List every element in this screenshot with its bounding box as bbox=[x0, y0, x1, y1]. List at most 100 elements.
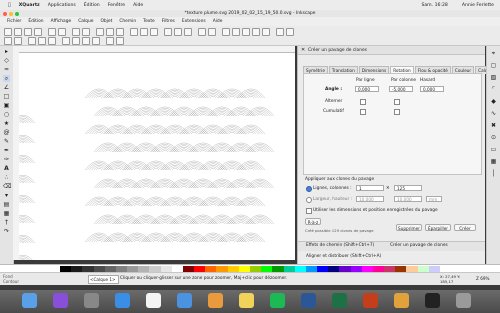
zoom-fit-page-icon[interactable] bbox=[82, 37, 90, 45]
group-icon[interactable] bbox=[198, 28, 206, 36]
height-input[interactable]: 10,000 bbox=[394, 196, 422, 202]
pencil-tool-icon[interactable]: ✎ bbox=[3, 138, 10, 145]
launchpad-icon[interactable] bbox=[84, 293, 99, 308]
snap-grid-icon[interactable]: ▦ bbox=[490, 158, 497, 165]
document-properties-icon[interactable] bbox=[286, 28, 294, 36]
align-icon[interactable] bbox=[262, 28, 270, 36]
layer-select[interactable]: <Calque 1> bbox=[88, 275, 119, 284]
disperse-button[interactable]: Éparpiller bbox=[425, 224, 451, 231]
word-icon[interactable] bbox=[301, 293, 316, 308]
selector-tool-icon[interactable]: ▸ bbox=[3, 48, 10, 55]
alternate-column-checkbox[interactable] bbox=[394, 99, 400, 105]
rows-input[interactable]: 1 bbox=[356, 185, 384, 191]
zoom-value[interactable]: Z 69% bbox=[476, 276, 490, 281]
align-distribute-tab[interactable]: Aligner et distribuer (Shift+Ctrl+A) bbox=[306, 254, 381, 259]
safari-icon[interactable] bbox=[115, 293, 130, 308]
rows-columns-radio[interactable] bbox=[306, 186, 312, 192]
eraser-tool-icon[interactable]: ⌫ bbox=[3, 183, 11, 190]
zoom-tool-icon[interactable]: ⌕ bbox=[3, 75, 10, 82]
terminal-icon[interactable] bbox=[425, 293, 440, 308]
menu-file[interactable]: Fichier bbox=[7, 19, 21, 24]
zoom-1to2-icon[interactable] bbox=[38, 37, 46, 45]
export-icon[interactable] bbox=[58, 28, 66, 36]
reset-button[interactable]: R-à-z bbox=[305, 218, 321, 225]
menu-help[interactable]: Aide bbox=[213, 19, 223, 24]
menu-edit[interactable]: Édition bbox=[28, 19, 43, 24]
open-icon[interactable] bbox=[14, 28, 22, 36]
mac-menu-edit[interactable]: Édition bbox=[84, 3, 100, 8]
text-tool-icon[interactable]: A bbox=[3, 165, 10, 172]
gradient-tool-icon[interactable]: ▤ bbox=[3, 201, 10, 208]
measure-tool-icon[interactable]: ∠ bbox=[3, 84, 10, 91]
columns-input[interactable]: 125 bbox=[394, 185, 422, 191]
snap-center-icon[interactable]: ⊙ bbox=[490, 134, 497, 141]
apple-icon[interactable]:  bbox=[8, 3, 11, 8]
spray-tool-icon[interactable]: ∴ bbox=[3, 174, 10, 181]
zoom-drawing-icon[interactable] bbox=[140, 28, 148, 36]
menu-filters[interactable]: Filtres bbox=[162, 19, 175, 24]
horizontal-ruler[interactable] bbox=[13, 46, 295, 53]
snap-intersections-icon[interactable]: ✖ bbox=[490, 122, 497, 129]
excel-icon[interactable] bbox=[332, 293, 347, 308]
mac-menu-help[interactable]: Aide bbox=[133, 3, 143, 8]
calendar-icon[interactable] bbox=[146, 293, 161, 308]
node-tool-icon[interactable]: ◇ bbox=[3, 57, 10, 64]
zoom-next-icon[interactable] bbox=[116, 37, 124, 45]
star-tool-icon[interactable]: ★ bbox=[3, 120, 10, 127]
redo-icon[interactable] bbox=[82, 28, 90, 36]
path-effects-tab[interactable]: Effets de chemin (Shift+Ctrl+7) bbox=[306, 243, 374, 248]
notes-icon[interactable] bbox=[239, 293, 254, 308]
duplicate-icon[interactable] bbox=[164, 28, 172, 36]
alternate-row-checkbox[interactable] bbox=[360, 99, 366, 105]
zoom-fit-width-icon[interactable] bbox=[92, 37, 100, 45]
mac-menu-app[interactable]: XQuartz bbox=[19, 3, 40, 8]
delete-button[interactable]: Supprimer bbox=[396, 224, 422, 231]
zoom-selection-icon[interactable] bbox=[130, 28, 138, 36]
width-height-radio[interactable] bbox=[306, 197, 312, 203]
box3d-tool-icon[interactable]: ▣ bbox=[3, 102, 10, 109]
zoom-previous-icon[interactable] bbox=[106, 37, 114, 45]
rect-tool-icon[interactable]: □ bbox=[3, 93, 10, 100]
menu-extensions[interactable]: Extensions bbox=[182, 19, 206, 24]
undo-icon[interactable] bbox=[72, 28, 80, 36]
cut-icon[interactable] bbox=[106, 28, 114, 36]
close-button[interactable] bbox=[3, 12, 7, 16]
snap-toggle-icon[interactable]: ⌖ bbox=[490, 50, 497, 57]
tweak-tool-icon[interactable]: ≈ bbox=[3, 66, 10, 73]
zoom-out-icon[interactable] bbox=[14, 37, 22, 45]
tile-clones-tab[interactable]: Créer un pavage de clones bbox=[390, 243, 448, 248]
clock[interactable]: Sam. 16:28 bbox=[421, 3, 447, 8]
angle-per-column-input[interactable]: -5,000 bbox=[389, 86, 413, 92]
ellipse-tool-icon[interactable]: ○ bbox=[3, 111, 10, 118]
connector-tool-icon[interactable]: ↷ bbox=[3, 228, 10, 235]
new-icon[interactable] bbox=[4, 28, 12, 36]
import-icon[interactable] bbox=[48, 28, 56, 36]
menu-path[interactable]: Chemin bbox=[119, 19, 136, 24]
zoom-1to1-icon[interactable] bbox=[28, 37, 36, 45]
zoom-fit-selection-icon[interactable] bbox=[62, 37, 70, 45]
photos-icon[interactable] bbox=[208, 293, 223, 308]
user-name[interactable]: Annie Ferlette bbox=[462, 3, 494, 8]
snap-guide-icon[interactable]: │ bbox=[490, 170, 497, 177]
stroke-indicator[interactable]: Contour bbox=[3, 279, 19, 284]
angle-random-input[interactable]: 0,000 bbox=[420, 86, 444, 92]
cumulative-column-checkbox[interactable] bbox=[394, 109, 400, 115]
paste-icon[interactable] bbox=[116, 28, 124, 36]
calligraphy-tool-icon[interactable]: ✑ bbox=[3, 156, 10, 163]
snap-corners-icon[interactable]: ⌜ bbox=[490, 86, 497, 93]
powerpoint-icon[interactable] bbox=[363, 293, 378, 308]
fill-stroke-icon[interactable] bbox=[222, 28, 230, 36]
snap-bbox-icon[interactable]: ▢ bbox=[490, 62, 497, 69]
mesh-tool-icon[interactable]: ▦ bbox=[3, 210, 10, 217]
siri-icon[interactable] bbox=[53, 293, 68, 308]
menu-layer[interactable]: Calque bbox=[78, 19, 93, 24]
text-font-icon[interactable] bbox=[232, 28, 240, 36]
pen-tool-icon[interactable]: ✒ bbox=[3, 147, 10, 154]
snap-page-icon[interactable]: ▭ bbox=[490, 146, 497, 153]
zoom-in-icon[interactable] bbox=[4, 37, 12, 45]
drawing-canvas[interactable] bbox=[19, 53, 295, 260]
bucket-tool-icon[interactable]: ▾ bbox=[3, 192, 10, 199]
menu-object[interactable]: Objet bbox=[100, 19, 112, 24]
print-icon[interactable] bbox=[34, 28, 42, 36]
snap-nodes-icon[interactable]: ◆ bbox=[490, 98, 497, 105]
